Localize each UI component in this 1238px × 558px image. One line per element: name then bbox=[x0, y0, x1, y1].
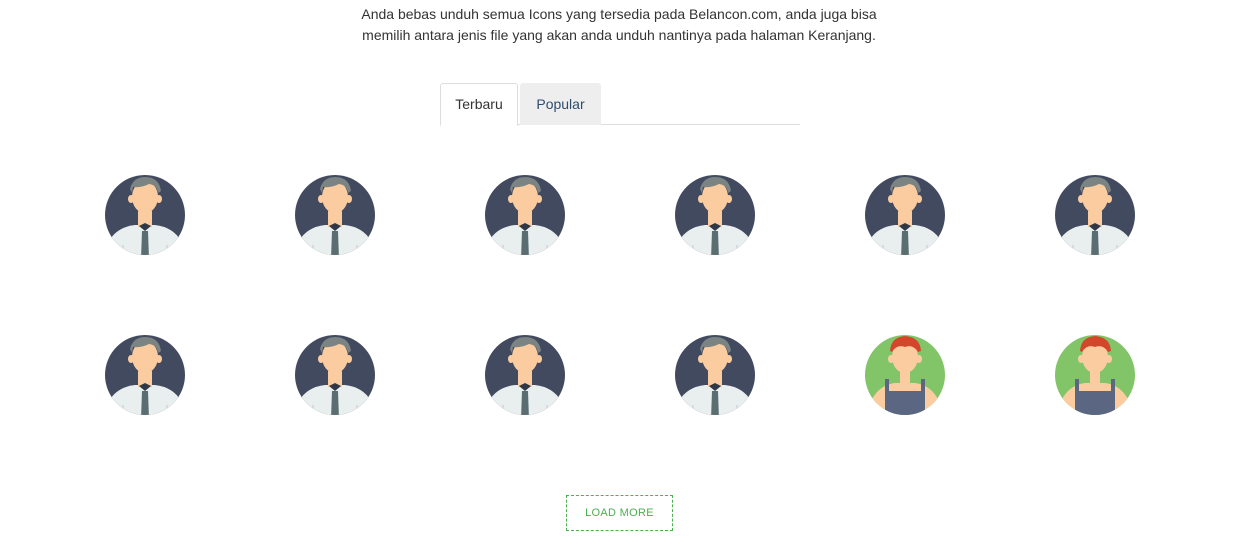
businessman-icon[interactable] bbox=[865, 175, 945, 255]
intro-text: Anda bebas unduh semua Icons yang tersed… bbox=[0, 4, 1238, 46]
load-more-button[interactable]: LOAD MORE bbox=[566, 495, 673, 531]
businessman-icon[interactable] bbox=[105, 175, 185, 255]
businessman-icon[interactable] bbox=[675, 335, 755, 415]
businessman-icon[interactable] bbox=[295, 335, 375, 415]
businessman-icon[interactable] bbox=[675, 175, 755, 255]
businessman-icon[interactable] bbox=[1055, 175, 1135, 255]
worker-overalls-icon[interactable] bbox=[865, 335, 945, 415]
businessman-icon[interactable] bbox=[485, 335, 565, 415]
tab-bar: Terbaru Popular bbox=[440, 83, 800, 126]
intro-line-2: memilih antara jenis file yang akan anda… bbox=[362, 27, 876, 43]
businessman-icon[interactable] bbox=[295, 175, 375, 255]
worker-overalls-icon[interactable] bbox=[1055, 335, 1135, 415]
tab-terbaru[interactable]: Terbaru bbox=[440, 83, 518, 126]
businessman-icon[interactable] bbox=[485, 175, 565, 255]
intro-line-1: Anda bebas unduh semua Icons yang tersed… bbox=[361, 6, 877, 22]
businessman-icon[interactable] bbox=[105, 335, 185, 415]
tab-popular[interactable]: Popular bbox=[520, 83, 601, 125]
